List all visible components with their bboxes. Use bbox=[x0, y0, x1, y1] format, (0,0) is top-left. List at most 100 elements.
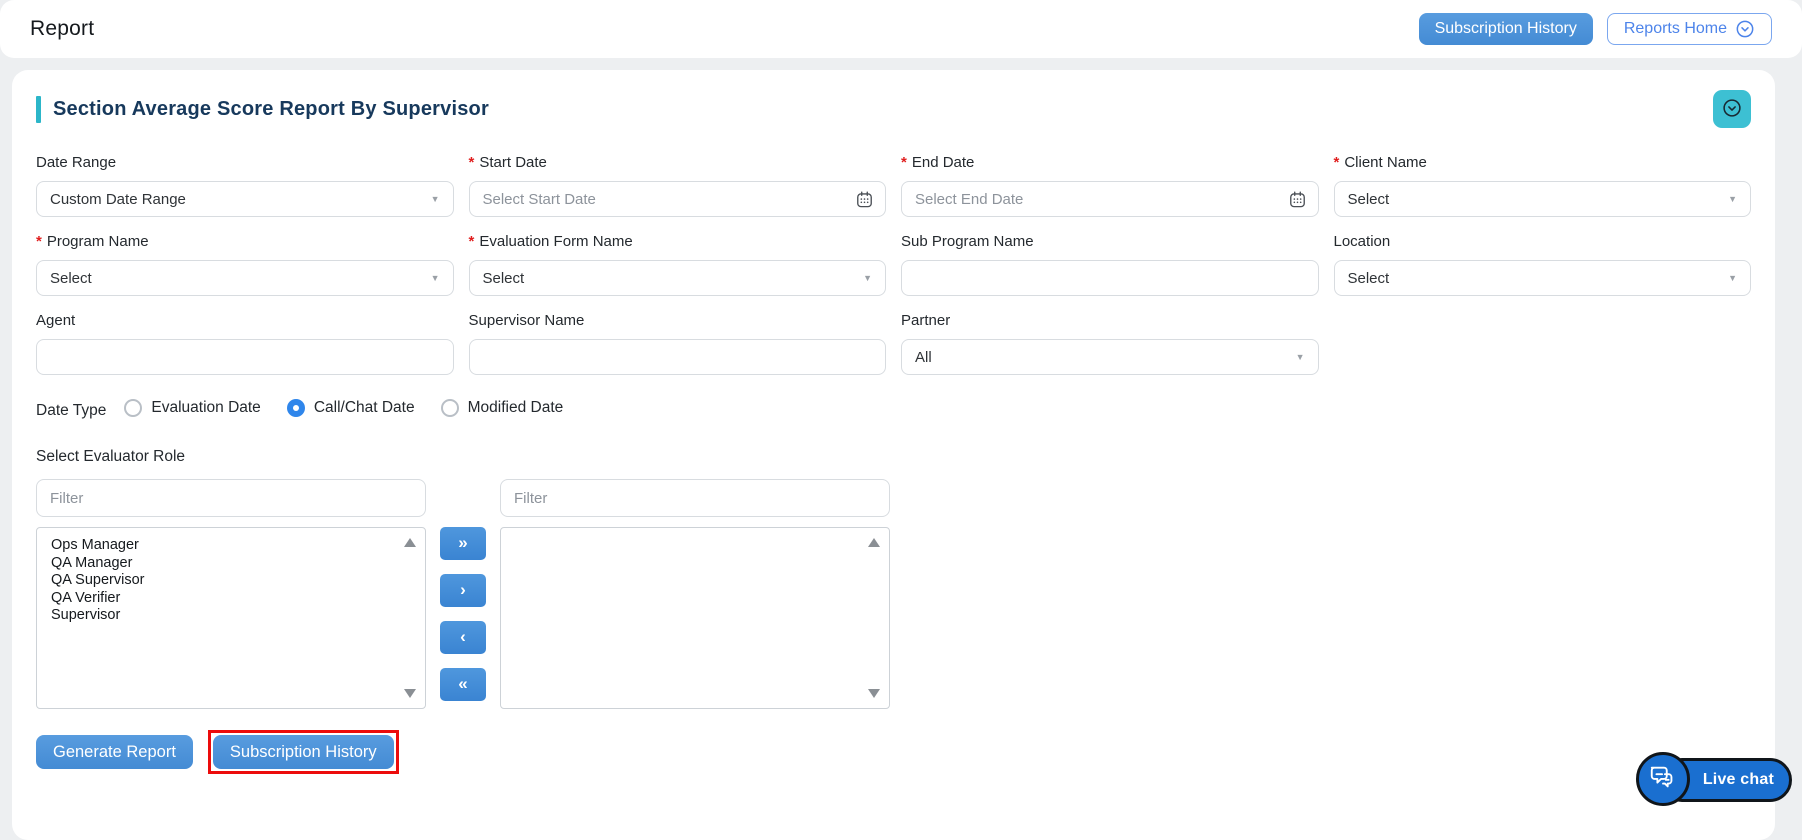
field-label: Supervisor Name bbox=[468, 311, 585, 329]
date-range-select[interactable]: Custom Date Range ▼ bbox=[36, 181, 454, 217]
field-supervisor-name: Supervisor Name bbox=[468, 310, 886, 375]
available-roles-items: Ops Manager QA Manager QA Supervisor QA Ver… bbox=[51, 537, 395, 625]
field-label: Evaluation Form Name bbox=[479, 232, 633, 250]
reports-home-label: Reports Home bbox=[1623, 20, 1727, 37]
date-type-radio-label: Call/Chat Date bbox=[313, 399, 415, 416]
end-date-text[interactable] bbox=[915, 190, 1305, 208]
required-asterisk: * bbox=[901, 153, 907, 171]
available-roles-filter-input[interactable] bbox=[36, 479, 426, 517]
collapse-panel-button[interactable] bbox=[1713, 90, 1751, 128]
move-right-button[interactable]: › bbox=[440, 574, 486, 607]
date-type-radio[interactable]: Modified Date bbox=[440, 399, 564, 417]
select-value: All bbox=[915, 348, 932, 366]
form-row-2: * Program Name Select ▼ * Evaluation For… bbox=[36, 231, 1751, 296]
live-chat-widget[interactable]: Live chat bbox=[1636, 752, 1792, 808]
field-evaluation-form-name: * Evaluation Form Name Select ▼ bbox=[468, 231, 886, 296]
field-location: Location Select ▼ bbox=[1333, 231, 1751, 296]
radio-icon bbox=[440, 399, 459, 417]
subscription-history-button-top[interactable]: Subscription History bbox=[1418, 13, 1593, 45]
report-panel: Section Average Score Report By Supervis… bbox=[12, 70, 1775, 840]
client-name-select[interactable]: Select ▼ bbox=[1333, 181, 1751, 217]
field-client-name: * Client Name Select ▼ bbox=[1333, 152, 1751, 217]
empty-cell bbox=[1334, 310, 1752, 375]
field-end-date: * End Date bbox=[901, 152, 1319, 217]
field-label: Sub Program Name bbox=[901, 232, 1034, 250]
move-left-button[interactable]: ‹ bbox=[440, 621, 486, 654]
selected-roles-column bbox=[500, 479, 890, 709]
date-type-radio[interactable]: Call/Chat Date bbox=[286, 399, 415, 417]
date-type-group: Date Type Evaluation Date Call/Chat Date M… bbox=[36, 399, 1751, 422]
select-value: Select bbox=[1347, 190, 1390, 208]
caret-down-icon: ▼ bbox=[1295, 352, 1305, 362]
scroll-down-arrow[interactable] bbox=[404, 689, 416, 698]
live-chat-label: Live chat bbox=[1702, 771, 1774, 788]
generate-report-button[interactable]: Generate Report bbox=[36, 735, 193, 769]
select-value: Select bbox=[50, 269, 92, 287]
agent-input[interactable] bbox=[36, 339, 454, 375]
field-program-name: * Program Name Select ▼ bbox=[36, 231, 454, 296]
field-sub-program-name: Sub Program Name bbox=[901, 231, 1319, 296]
caret-down-icon: ▼ bbox=[430, 194, 440, 204]
selected-roles-listbox[interactable] bbox=[500, 527, 890, 709]
supervisor-name-input[interactable] bbox=[468, 339, 886, 375]
list-item[interactable]: QA Verifier bbox=[51, 590, 395, 608]
required-asterisk: * bbox=[36, 232, 42, 250]
calendar-icon[interactable] bbox=[1288, 190, 1307, 209]
form-row-1: Date Range Custom Date Range ▼ * Start D… bbox=[36, 152, 1751, 217]
partner-select[interactable]: All ▼ bbox=[901, 339, 1319, 375]
scroll-down-arrow[interactable] bbox=[868, 689, 880, 698]
start-date-text[interactable] bbox=[482, 190, 872, 208]
form-row-3: Agent Supervisor Name Partner All ▼ bbox=[36, 310, 1751, 375]
available-roles-listbox[interactable]: Ops Manager QA Manager QA Supervisor QA Ver… bbox=[36, 527, 426, 709]
field-partner: Partner All ▼ bbox=[901, 310, 1319, 375]
highlight-red-outline: Subscription History bbox=[207, 730, 399, 774]
calendar-icon[interactable] bbox=[855, 190, 874, 209]
select-value: Select bbox=[1347, 269, 1390, 287]
field-label: Location bbox=[1333, 232, 1391, 250]
top-bar: Report Subscription History Reports Home bbox=[0, 0, 1802, 58]
date-type-radio[interactable]: Evaluation Date bbox=[124, 399, 261, 417]
agent-text[interactable] bbox=[50, 348, 440, 366]
field-label: Partner bbox=[901, 311, 951, 329]
required-asterisk: * bbox=[468, 232, 475, 250]
scroll-up-arrow[interactable] bbox=[868, 538, 880, 547]
list-item[interactable]: QA Manager bbox=[51, 555, 395, 573]
selected-roles-filter-input[interactable] bbox=[500, 479, 890, 517]
caret-down-icon: ▼ bbox=[1728, 273, 1737, 283]
field-label: Agent bbox=[36, 311, 76, 329]
form-actions: Generate Report Subscription History bbox=[36, 730, 1751, 774]
date-type-options: Evaluation Date Call/Chat Date Modified Da… bbox=[124, 399, 589, 422]
move-all-right-button[interactable]: » bbox=[440, 527, 486, 560]
program-name-select[interactable]: Select ▼ bbox=[36, 260, 454, 296]
supervisor-name-text[interactable] bbox=[482, 348, 872, 366]
sub-program-name-text[interactable] bbox=[915, 269, 1305, 287]
subscription-history-button-bottom[interactable]: Subscription History bbox=[212, 735, 394, 769]
end-date-input[interactable] bbox=[901, 181, 1319, 217]
list-item[interactable]: Ops Manager bbox=[51, 537, 395, 555]
chat-bubbles-icon bbox=[1648, 762, 1678, 797]
chevron-down-circle-icon bbox=[1721, 97, 1743, 122]
chevron-down-circle-icon bbox=[1735, 19, 1755, 39]
required-asterisk: * bbox=[468, 153, 475, 171]
location-select[interactable]: Select ▼ bbox=[1333, 260, 1751, 296]
start-date-input[interactable] bbox=[468, 181, 886, 217]
transfer-buttons: » › ‹ « bbox=[426, 479, 500, 709]
radio-icon bbox=[124, 399, 143, 417]
move-all-left-button[interactable]: « bbox=[440, 668, 486, 701]
list-item[interactable]: QA Supervisor bbox=[51, 572, 395, 590]
list-item[interactable]: Supervisor bbox=[51, 607, 395, 625]
available-roles-column: Ops ManagerQA ManagerQA SupervisorQA Ver… bbox=[36, 479, 426, 709]
caret-down-icon: ▼ bbox=[430, 273, 440, 283]
scroll-up-arrow[interactable] bbox=[404, 538, 416, 547]
page-title: Report bbox=[30, 17, 95, 40]
field-start-date: * Start Date bbox=[468, 152, 886, 217]
field-label: Program Name bbox=[46, 232, 149, 250]
select-value: Select bbox=[482, 269, 525, 287]
evaluation-form-name-select[interactable]: Select ▼ bbox=[468, 260, 886, 296]
reports-home-button[interactable]: Reports Home bbox=[1606, 13, 1772, 45]
select-value: Custom Date Range bbox=[50, 190, 186, 208]
date-type-radio-label: Evaluation Date bbox=[151, 399, 261, 416]
live-chat-bubble-button[interactable] bbox=[1636, 752, 1690, 806]
date-type-radio-label: Modified Date bbox=[467, 399, 564, 416]
sub-program-name-input[interactable] bbox=[901, 260, 1319, 296]
